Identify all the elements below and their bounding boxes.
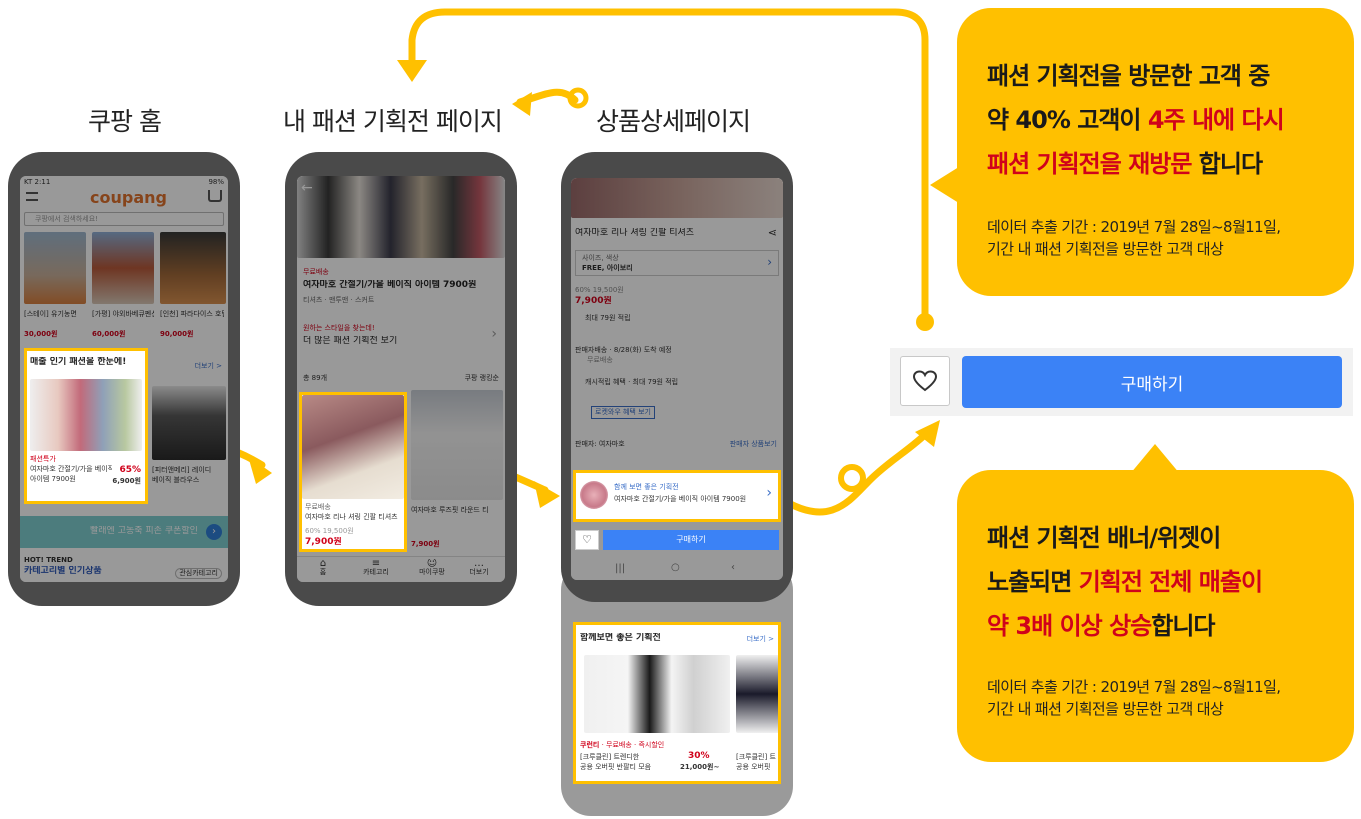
product-card-highlight[interactable]: 무료배송 여자마호 리나 셔링 긴팔 티셔츠 60% 19,500원 7,900… (299, 392, 407, 552)
buy-button[interactable]: 구매하기 (962, 356, 1342, 408)
phone-fashion-screen: ← 무료배송 여자마호 간절기/가을 베이직 아이템 7900원 티셔츠 · 맨… (297, 176, 505, 582)
card-tag: 무료배송 (305, 503, 331, 511)
widget-item-name-1: 여자마호 간절기/가을 베이직 (30, 465, 112, 473)
related-more-link[interactable]: 더보기 > (747, 635, 774, 644)
rec-label: 함께 보면 좋은 기획전 (614, 483, 679, 491)
widget-item-tag: 패션특가 (30, 455, 56, 463)
fashion-widget-highlight[interactable]: 매출 인기 패션을 한눈에! 패션특가 여자마호 간절기/가을 베이직 아이템 … (24, 348, 148, 504)
bubble-revenue-line-2: 노출되면 기획전 전체 매출이 (987, 568, 1263, 596)
caption-detail: 상품상세페이지 (596, 107, 751, 136)
detail-heart-button[interactable]: ♡ (575, 530, 599, 550)
rec-chevron-icon: › (766, 485, 772, 501)
related-section-title: 함께보면 좋은 기획전 (580, 633, 661, 643)
related-item-1-discount: 30% (688, 751, 710, 761)
heart-icon (913, 370, 937, 392)
bubble-revenue-tail (1130, 444, 1180, 474)
related-promos-highlight[interactable]: 함께보면 좋은 기획전 더보기 > 쿠런티 · 무료배송 · 즉시할인 [크루클… (573, 622, 781, 784)
related-badge: 쿠런티 · 무료배송 · 즉시할인 (580, 741, 665, 749)
caption-home: 쿠팡 홈 (88, 107, 162, 136)
related-item-1-line-2: 공용 오버핏 반팔티 모음 (580, 763, 652, 771)
detail-buy-button[interactable]: 구매하기 (603, 530, 779, 550)
wishlist-heart-button[interactable] (900, 356, 950, 406)
related-item-2-photo[interactable] (736, 655, 778, 733)
related-item-1-price: 21,000원~ (680, 763, 720, 771)
bubble-revisit-line-1: 패션 기획전을 방문한 고객 중 (987, 62, 1270, 90)
arrowhead-4 (397, 60, 427, 82)
caption-my-fashion: 내 패션 기획전 페이지 (283, 107, 503, 136)
widget-item-name-2: 아이템 7900원 (30, 475, 76, 483)
related-item-2-line-1: [크루클린] 트 (736, 753, 776, 761)
bubble-revenue-line-3: 약 3배 이상 상승합니다 (987, 612, 1216, 640)
bubble-revisit-note-2: 기간 내 패션 기획전을 방문한 고객 대상 (987, 240, 1224, 258)
bubble-revisit-note-1: 데이터 추출 기간 : 2019년 7월 28일~8월11일, (987, 218, 1281, 236)
widget-price: 6,900원 (112, 477, 141, 485)
bubble-revisit-line-2: 약 40% 고객이 4주 내에 다시 (987, 106, 1285, 134)
card-price: 7,900원 (305, 537, 342, 547)
bubble-revisit-line-3: 패션 기획전을 재방문 합니다 (987, 150, 1263, 178)
buy-bar: 구매하기 (890, 348, 1353, 416)
widget-title: 매출 인기 패션을 한눈에! (30, 357, 127, 367)
arrowhead-5 (512, 92, 532, 116)
bubble-revisit-tail (930, 160, 970, 210)
bubble-revenue: 패션 기획전 배너/위젯이 노출되면 기획전 전체 매출이 약 3배 이상 상승… (957, 470, 1354, 762)
related-item-1-line-1: [크루클린] 트렌디한 (580, 753, 640, 761)
phone-fashion: ← 무료배송 여자마호 간절기/가을 베이직 아이템 7900원 티셔츠 · 맨… (285, 152, 517, 606)
card-name: 여자마호 리나 셔링 긴팔 티셔츠 (305, 513, 398, 521)
widget-fashion-photo (30, 379, 142, 451)
bubble-revenue-note-2: 기간 내 패션 기획전을 방문한 고객 대상 (987, 700, 1224, 718)
phone-detail: 여자마호 리나 셔링 긴팔 티셔츠 ⋖ 사이즈, 색상 FREE, 아이보리 ›… (561, 152, 793, 602)
related-item-1-photo[interactable] (584, 655, 730, 733)
phone-home: KT 2:11 98% coupang 쿠팡에서 검색하세요! [스테이] 유기… (8, 152, 240, 606)
recommended-promo-highlight[interactable]: 함께 보면 좋은 기획전 여자마호 간절기/가을 베이직 아이템 7900원 › (573, 470, 781, 522)
bubble-revenue-line-1: 패션 기획전 배너/위젯이 (987, 524, 1221, 552)
rec-thumb (580, 481, 608, 509)
phone-home-screen: KT 2:11 98% coupang 쿠팡에서 검색하세요! [스테이] 유기… (20, 176, 228, 582)
bubble-revisit: 패션 기획전을 방문한 고객 중 약 40% 고객이 4주 내에 다시 패션 기… (957, 8, 1354, 296)
card-old-price: 60% 19,500원 (305, 527, 354, 535)
phone-detail-screen: 여자마호 리나 셔링 긴팔 티셔츠 ⋖ 사이즈, 색상 FREE, 아이보리 ›… (571, 178, 783, 580)
arrow-dot (916, 313, 934, 331)
rec-text: 여자마호 간절기/가을 베이직 아이템 7900원 (614, 495, 747, 503)
bubble-revenue-note-1: 데이터 추출 기간 : 2019년 7월 28일~8월11일, (987, 678, 1281, 696)
widget-discount: 65% (119, 465, 141, 475)
product-card-photo (302, 395, 404, 499)
related-item-2-line-2: 공용 오버핏 (736, 763, 771, 771)
arrowhead-2 (534, 481, 560, 508)
arrow-detail-to-buy (776, 426, 934, 516)
